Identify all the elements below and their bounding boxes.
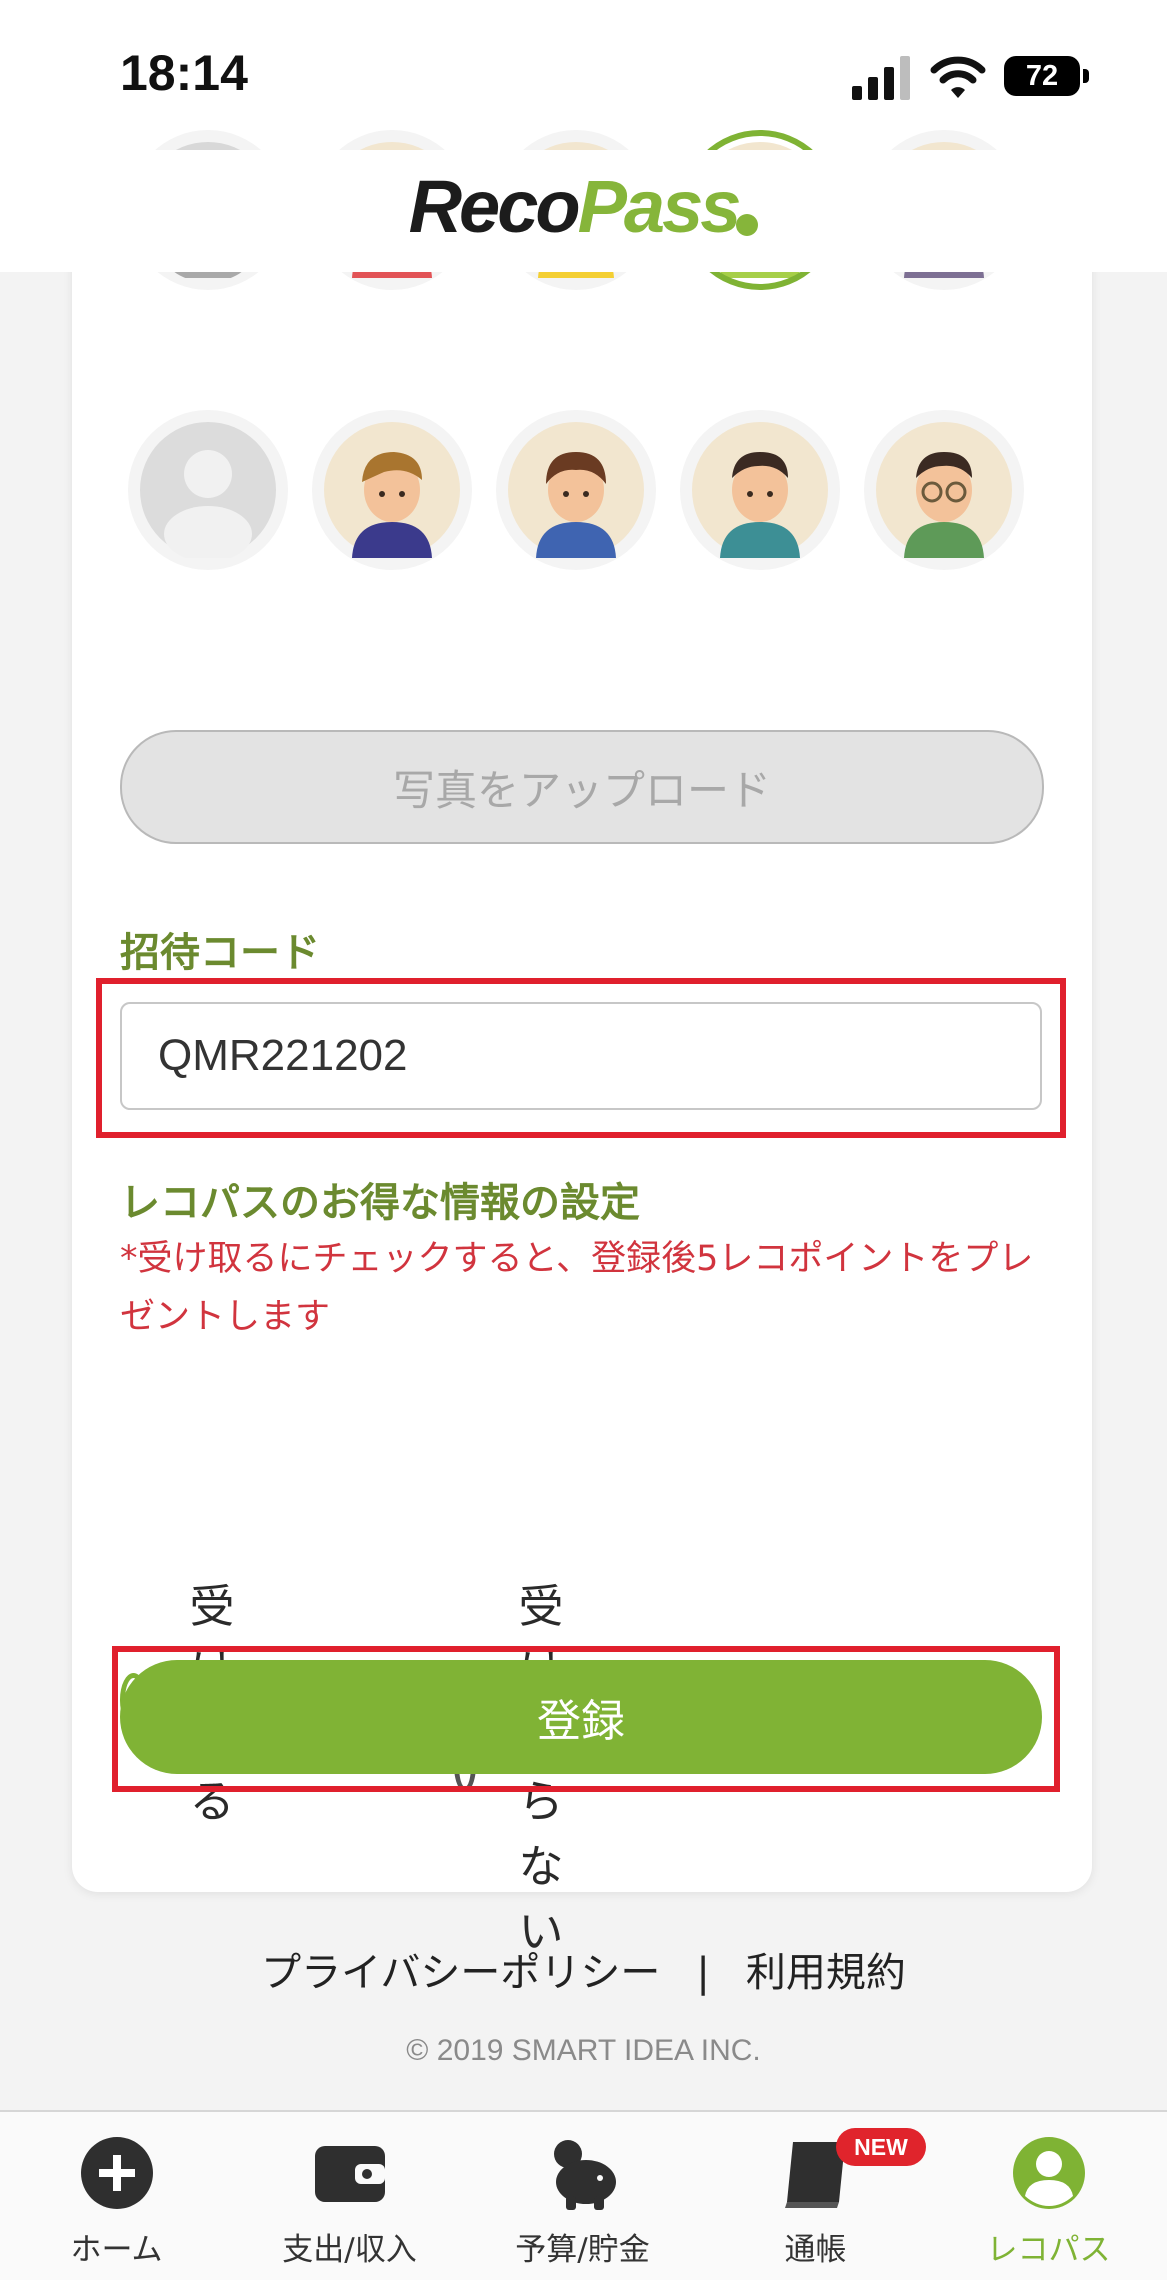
tab-expense-income-label: 支出/収入	[282, 2232, 417, 2268]
tab-recopass[interactable]: レコパス	[932, 2112, 1165, 2280]
logo-pin-icon	[736, 214, 759, 236]
profile-form-card: 写真をアップロード 招待コード レコパスのお得な情報の設定 *受け取るにチェック…	[72, 130, 1092, 1958]
tab-home[interactable]: ホーム	[0, 2112, 233, 2280]
upload-photo-button[interactable]: 写真をアップロード	[120, 730, 1044, 844]
tab-recopass-label: レコパス	[986, 2232, 1111, 2268]
privacy-policy-link[interactable]: プライバシーポリシー	[261, 1950, 660, 1996]
user-circle-icon	[1013, 2137, 1085, 2209]
cellular-signal-icon	[852, 56, 910, 100]
register-button[interactable]: 登録	[120, 1660, 1042, 1774]
footer-separator: |	[696, 1950, 710, 1996]
avatar-option[interactable]	[864, 410, 1024, 570]
tab-expense-income[interactable]: 支出/収入	[233, 2112, 466, 2280]
tab-budget-savings-label: 予算/貯金	[515, 2232, 650, 2268]
man-avatar-glasses	[876, 422, 1012, 558]
promo-note: *受け取るにチェックすると、登録後5レコポイントをプレゼントします	[120, 1239, 1034, 1337]
plus-circle-icon	[81, 2137, 153, 2209]
bottom-tab-bar: ホーム 支出/収入 予算/貯金 通帳 レコパス	[0, 2110, 1167, 2280]
tab-home-label: ホーム	[70, 2232, 163, 2268]
status-time: 18:14	[120, 45, 248, 101]
default-avatar-light	[140, 422, 276, 558]
copyright-text: © 2019 SMART IDEA INC.	[406, 2034, 761, 2067]
status-bar: 18:14 72	[0, 0, 1167, 150]
battery-tip	[1083, 69, 1089, 83]
wallet-icon	[315, 2146, 385, 2202]
avatar-option[interactable]	[680, 410, 840, 570]
footer-links: プライバシーポリシー | 利用規約	[0, 1940, 1167, 1998]
man-avatar-teal-shirt	[692, 422, 828, 558]
avatar-option[interactable]	[496, 410, 656, 570]
piggy-bank-icon	[554, 2140, 616, 2210]
tab-budget-savings[interactable]: 予算/貯金	[466, 2112, 699, 2280]
invite-code-label: 招待コード	[120, 930, 320, 976]
tab-passbook-label: 通帳	[784, 2232, 847, 2268]
avatar-option[interactable]	[128, 410, 288, 570]
wifi-icon	[930, 56, 986, 98]
boy-avatar-navy-shirt	[324, 422, 460, 558]
terms-link[interactable]: 利用規約	[746, 1950, 906, 1996]
avatar-option[interactable]	[312, 410, 472, 570]
promo-settings-title: レコパスのお得な情報の設定	[120, 1180, 640, 1226]
new-badge: NEW	[836, 2128, 926, 2166]
app-screen: 18:14 72 RecoPass 写真をアップロード 招待コード QMR221…	[0, 0, 1167, 2280]
app-header: RecoPass	[0, 150, 1167, 272]
recopass-logo: RecoPass	[0, 164, 1167, 249]
battery-icon: 72	[1004, 56, 1080, 96]
invite-code-input[interactable]	[120, 1002, 1042, 1110]
boy-avatar-blue-shirt	[508, 422, 644, 558]
